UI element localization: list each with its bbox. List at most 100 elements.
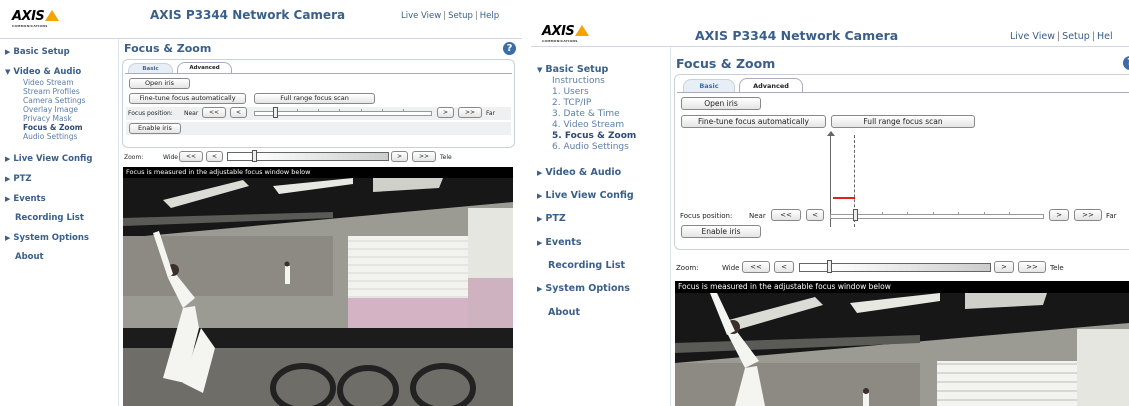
focus-far-button[interactable]: > [1049, 209, 1069, 221]
axis-logo: AXIS COMMUNICATIONS [12, 9, 60, 28]
nav-recording-list[interactable]: Recording List [548, 260, 625, 271]
nav-about[interactable]: About [548, 307, 580, 318]
graph-arrow-icon [827, 131, 835, 136]
nav-video-audio[interactable]: ▶ Video & Audio [537, 167, 621, 178]
app-title: AXIS P3344 Network Camera [150, 8, 346, 22]
subnav-users[interactable]: 1. Users [552, 87, 589, 97]
arrow-right-icon: ▶ [5, 48, 11, 56]
fine-tune-focus-button[interactable]: Fine-tune focus automatically [681, 115, 826, 128]
near-label: Near [749, 212, 766, 220]
camera-video[interactable] [123, 178, 513, 406]
help-link[interactable]: Hel [1097, 31, 1113, 42]
nav-live-view-config[interactable]: ▶ Live View Config [537, 190, 634, 201]
focus-graph-axis [830, 133, 831, 227]
focus-slider-handle[interactable] [853, 209, 858, 221]
help-icon[interactable]: ? [1123, 56, 1129, 70]
nav-video-audio[interactable]: ▼ Video & Audio [5, 67, 81, 77]
focus-far-fast-button[interactable]: >> [1074, 209, 1102, 221]
subnav-video-stream[interactable]: Video Stream [23, 78, 74, 87]
subnav-tcp-ip[interactable]: 2. TCP/IP [552, 98, 591, 108]
tele-label: Tele [1050, 264, 1064, 272]
zoom-slider-handle[interactable] [827, 260, 832, 273]
zoom-label: Zoom: [124, 154, 144, 161]
setup-link[interactable]: Setup [448, 11, 473, 21]
focus-slider[interactable] [254, 109, 432, 116]
zoom-tele-button[interactable]: > [391, 151, 408, 162]
focus-panel: Basic Advanced Open iris Fine-tune focus… [674, 74, 1129, 250]
nav-ptz[interactable]: ▶ PTZ [537, 213, 566, 224]
fine-tune-focus-button[interactable]: Fine-tune focus automatically [129, 93, 246, 104]
nav-events[interactable]: ▶ Events [537, 237, 581, 248]
setup-page-large: AXIS COMMUNICATIONS AXIS P3344 Network Ca… [531, 0, 1129, 406]
focus-far-fast-button[interactable]: >> [458, 107, 482, 118]
near-label: Near [184, 110, 199, 117]
full-range-focus-scan-button[interactable]: Full range focus scan [254, 93, 375, 104]
nav-about[interactable]: About [15, 252, 44, 262]
focus-slider-handle[interactable] [273, 107, 278, 118]
subnav-audio-settings[interactable]: Audio Settings [23, 132, 77, 141]
nav-ptz[interactable]: ▶ PTZ [5, 174, 32, 184]
camera-video[interactable] [675, 293, 1129, 406]
full-range-focus-scan-button[interactable]: Full range focus scan [831, 115, 975, 128]
open-iris-button[interactable]: Open iris [129, 78, 190, 89]
nav-system-options[interactable]: ▶ System Options [537, 283, 630, 294]
tab-basic[interactable]: Basic [683, 79, 735, 93]
arrow-right-icon: ▶ [537, 169, 543, 177]
iris-row-bg [126, 122, 511, 135]
nav-system-options[interactable]: ▶ System Options [5, 233, 89, 243]
zoom-wide-fast-button[interactable]: << [179, 151, 203, 162]
arrow-right-icon: ▶ [537, 239, 543, 247]
main-content: Focus & Zoom ? Basic Advanced Open iris … [119, 39, 522, 406]
zoom-wide-fast-button[interactable]: << [742, 261, 770, 273]
enable-iris-button[interactable]: Enable iris [681, 225, 761, 238]
subnav-date-time[interactable]: 3. Date & Time [552, 109, 620, 119]
subnav-stream-profiles[interactable]: Stream Profiles [23, 87, 80, 96]
far-label: Far [1106, 212, 1117, 220]
focus-near-fast-button[interactable]: << [771, 209, 801, 221]
subnav-focus-zoom[interactable]: 5. Focus & Zoom [552, 131, 636, 141]
nav-recording-list[interactable]: Recording List [15, 213, 84, 223]
subnav-audio-settings[interactable]: 6. Audio Settings [552, 142, 629, 152]
warehouse-scene-image [123, 178, 513, 406]
focus-near-button[interactable]: < [230, 107, 247, 118]
nav-basic-setup[interactable]: ▼ Basic Setup [537, 64, 608, 75]
subnav-video-stream[interactable]: 4. Video Stream [552, 120, 624, 130]
subnav-camera-settings[interactable]: Camera Settings [23, 96, 86, 105]
nav-live-view-config[interactable]: ▶ Live View Config [5, 154, 92, 164]
logo-triangle-icon [45, 10, 60, 21]
subnav-overlay-image[interactable]: Overlay Image [23, 105, 78, 114]
header: AXIS COMMUNICATIONS AXIS P3344 Network Ca… [0, 0, 522, 39]
focus-near-fast-button[interactable]: << [202, 107, 226, 118]
main-content: Focus & Zoom ? Basic Advanced Open iris … [671, 47, 1129, 406]
focus-near-button[interactable]: < [806, 209, 824, 221]
subnav-focus-zoom[interactable]: Focus & Zoom [23, 123, 83, 132]
help-link[interactable]: Help [480, 11, 499, 21]
help-icon[interactable]: ? [503, 42, 516, 55]
focus-far-button[interactable]: > [437, 107, 454, 118]
nav-basic-setup[interactable]: ▶ Basic Setup [5, 47, 70, 57]
zoom-tele-fast-button[interactable]: >> [412, 151, 436, 162]
subnav-privacy-mask[interactable]: Privacy Mask [23, 114, 72, 123]
arrow-right-icon: ▶ [537, 285, 543, 293]
sidebar: ▶ Basic Setup ▼ Video & Audio Video Stream… [0, 39, 119, 406]
zoom-wide-button[interactable]: < [774, 261, 794, 273]
sidebar: ▼ Basic Setup Instructions 1. Users 2. TC… [531, 47, 671, 406]
far-label: Far [486, 110, 496, 117]
live-view-link[interactable]: Live View [401, 11, 441, 21]
tele-label: Tele [440, 154, 452, 161]
open-iris-button[interactable]: Open iris [681, 97, 761, 110]
arrow-right-icon: ▶ [537, 215, 543, 223]
setup-link[interactable]: Setup [1062, 31, 1090, 42]
enable-iris-button[interactable]: Enable iris [129, 123, 181, 134]
focus-slider[interactable] [830, 212, 1044, 219]
setup-page-small: AXIS COMMUNICATIONS AXIS P3344 Network Ca… [0, 0, 522, 406]
warehouse-scene-image [675, 293, 1129, 406]
nav-events[interactable]: ▶ Events [5, 194, 46, 204]
live-view-link[interactable]: Live View [1010, 31, 1055, 42]
tab-advanced[interactable]: Advanced [739, 78, 803, 93]
subnav-instructions[interactable]: Instructions [552, 76, 605, 86]
zoom-tele-fast-button[interactable]: >> [1018, 261, 1046, 273]
zoom-wide-button[interactable]: < [206, 151, 223, 162]
zoom-slider-handle[interactable] [252, 150, 257, 162]
zoom-tele-button[interactable]: > [994, 261, 1014, 273]
